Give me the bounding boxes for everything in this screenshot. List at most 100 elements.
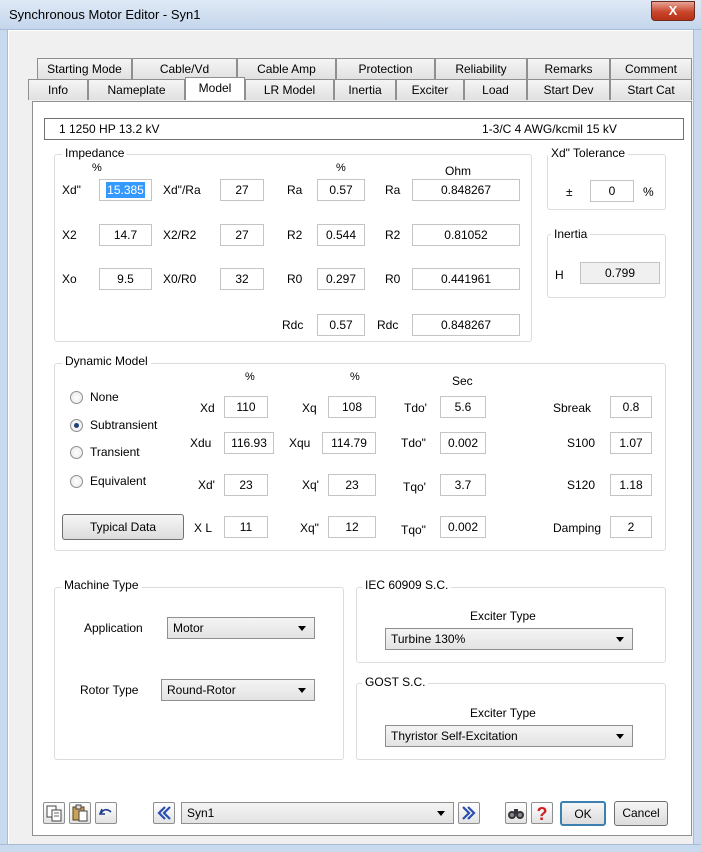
typical-data-button[interactable]: Typical Data (62, 514, 184, 540)
xd-ra-label: Xd"/Ra (163, 183, 201, 197)
paste-button[interactable] (69, 802, 91, 824)
xdu-input[interactable]: 116.93 (224, 432, 274, 454)
r2-ohm-label: R2 (385, 228, 401, 242)
tdo-prime-input[interactable]: 5.6 (440, 396, 486, 418)
xo-label: Xo (62, 272, 77, 286)
xq-prime-input[interactable]: 23 (328, 474, 376, 496)
tab-protection[interactable]: Protection (336, 58, 435, 79)
xl-input[interactable]: 11 (224, 516, 268, 538)
x2-input[interactable]: 14.7 (99, 224, 152, 246)
tab-inertia[interactable]: Inertia (334, 79, 396, 100)
tab-remarks[interactable]: Remarks (527, 58, 610, 79)
gost-title: GOST S.C. (362, 675, 429, 689)
radio-transient[interactable] (70, 446, 83, 459)
element-navigator-select[interactable]: Syn1 (181, 802, 454, 824)
r0-ohm-label: R0 (385, 272, 401, 286)
x0-r0-label: X0/R0 (163, 272, 197, 286)
help-question-icon: ? (537, 804, 548, 824)
radio-equivalent[interactable] (70, 475, 83, 488)
ra-ohm-input[interactable]: 0.848267 (412, 179, 520, 201)
tab-load[interactable]: Load (464, 79, 527, 100)
xq-input[interactable]: 108 (328, 396, 376, 418)
tab-start-dev[interactable]: Start Dev (527, 79, 610, 100)
xq-double-prime-input[interactable]: 12 (328, 516, 376, 538)
xq-prime-label: Xq' (302, 478, 319, 492)
help-button[interactable]: ? (531, 802, 553, 824)
s120-input[interactable]: 1.18 (610, 474, 652, 496)
tab-exciter[interactable]: Exciter (396, 79, 464, 100)
copy-icon (46, 805, 62, 822)
r2-ohm-input[interactable]: 0.81052 (412, 224, 520, 246)
tab-lr-model[interactable]: LR Model (245, 79, 334, 100)
tdo-double-prime-input[interactable]: 0.002 (440, 432, 486, 454)
iec-title: IEC 60909 S.C. (362, 578, 452, 592)
previous-button[interactable] (153, 802, 175, 824)
xo-input[interactable]: 9.5 (99, 268, 152, 290)
x2-r2-input[interactable]: 27 (220, 224, 264, 246)
rdc-pct-input[interactable]: 0.57 (317, 314, 365, 336)
ra-ohm-label: Ra (385, 183, 401, 197)
radio-subtransient[interactable] (70, 419, 83, 432)
xd-input[interactable]: 110 (224, 396, 268, 418)
tab-start-cat[interactable]: Start Cat (610, 79, 692, 100)
damping-label: Damping (553, 521, 602, 535)
tab-cable-amp[interactable]: Cable Amp (237, 58, 336, 79)
sbreak-input[interactable]: 0.8 (610, 396, 652, 418)
xd-prime-input[interactable]: 23 (224, 474, 268, 496)
chevron-down-icon (298, 688, 306, 693)
undo-icon (98, 808, 112, 815)
title-bar: Synchronous Motor Editor - Syn1 X (0, 0, 701, 30)
application-label: Application (84, 621, 143, 635)
window-frame-right (693, 30, 701, 852)
tqo-double-prime-label: Tqo" (401, 523, 426, 537)
inertia-title: Inertia (551, 227, 591, 241)
tab-nameplate[interactable]: Nameplate (88, 79, 185, 100)
copy-button[interactable] (43, 802, 65, 824)
dynamic-pct2-col-label: % (350, 371, 360, 383)
cancel-button[interactable]: Cancel (614, 801, 668, 826)
s100-input[interactable]: 1.07 (610, 432, 652, 454)
r2-pct-label: R2 (287, 228, 303, 242)
tab-info[interactable]: Info (28, 79, 88, 100)
close-button[interactable]: X (651, 1, 695, 21)
radio-none[interactable] (70, 391, 83, 404)
tqo-double-prime-input[interactable]: 0.002 (440, 516, 486, 538)
xd-prime-label: Xd' (198, 478, 215, 492)
tab-reliability[interactable]: Reliability (435, 58, 527, 79)
find-button[interactable] (505, 802, 527, 824)
gost-exciter-select[interactable]: Thyristor Self-Excitation (385, 725, 633, 747)
impedance-ohm-col-label: Ohm (445, 164, 472, 178)
tab-model[interactable]: Model (185, 77, 245, 100)
radio-subtransient-label: Subtransient (90, 418, 158, 432)
x2-r2-label: X2/R2 (163, 228, 197, 242)
tab-comment[interactable]: Comment (610, 58, 692, 79)
undo-button[interactable] (95, 802, 117, 824)
xqu-input[interactable]: 114.79 (322, 432, 376, 454)
tdo-double-prime-label: Tdo" (401, 436, 426, 450)
window-frame-bottom (0, 844, 701, 852)
rdc-ohm-input[interactable]: 0.848267 (412, 314, 520, 336)
application-select[interactable]: Motor (167, 617, 315, 639)
machine-type-title: Machine Type (61, 578, 142, 592)
r0-pct-input[interactable]: 0.297 (317, 268, 365, 290)
xd-subtransient-input[interactable]: 15.385 (99, 179, 152, 201)
tqo-prime-input[interactable]: 3.7 (440, 474, 486, 496)
ra-pct-input[interactable]: 0.57 (317, 179, 365, 201)
ok-button[interactable]: OK (560, 801, 606, 826)
next-button[interactable] (458, 802, 480, 824)
tolerance-input[interactable]: 0 (590, 180, 634, 202)
s100-label: S100 (567, 436, 596, 450)
iec-exciter-select[interactable]: Turbine 130% (385, 628, 633, 650)
inertia-h-value: 0.799 (580, 262, 660, 284)
window-frame-left (0, 30, 8, 852)
header-info-strip: 1 1250 HP 13.2 kV 1-3/C 4 AWG/kcmil 15 k… (44, 118, 684, 140)
tab-starting-mode[interactable]: Starting Mode (37, 58, 132, 79)
x0-r0-input[interactable]: 32 (220, 268, 264, 290)
r2-pct-input[interactable]: 0.544 (317, 224, 365, 246)
window-title: Synchronous Motor Editor - Syn1 (9, 7, 201, 22)
r0-ohm-input[interactable]: 0.441961 (412, 268, 520, 290)
xd-ra-input[interactable]: 27 (220, 179, 264, 201)
damping-input[interactable]: 2 (610, 516, 652, 538)
rotor-type-select[interactable]: Round-Rotor (161, 679, 315, 701)
tab-cable-vd[interactable]: Cable/Vd (132, 58, 237, 79)
